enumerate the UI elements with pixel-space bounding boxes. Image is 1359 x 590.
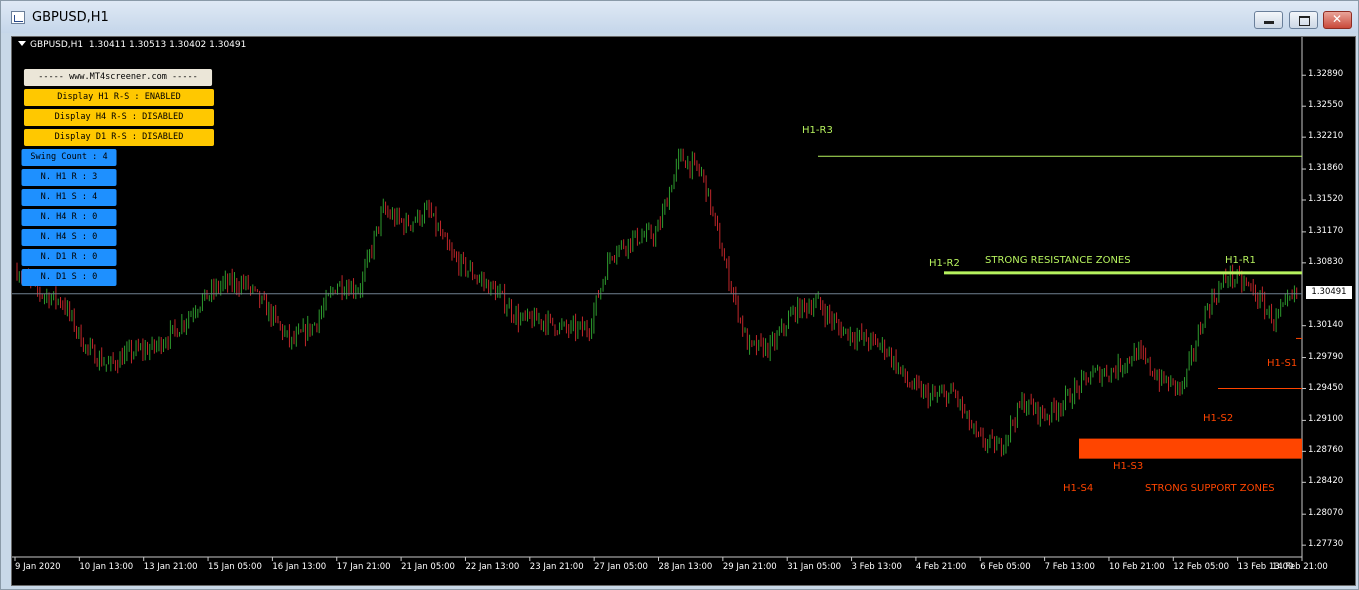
level-label-h1-r1: H1-R1 (1225, 255, 1256, 266)
stat-h4-r: N. H4 R : 0 (21, 209, 117, 226)
stat-d1-r: N. D1 R : 0 (21, 249, 117, 266)
time-tick-label: 6 Feb 05:00 (980, 562, 1031, 572)
stat-h1-r: N. H1 R : 3 (21, 169, 117, 186)
time-tick-label: 23 Jan 21:00 (529, 562, 584, 572)
price-tick-label: 1.29790 (1308, 351, 1344, 362)
time-tick-label: 29 Jan 21:00 (722, 562, 777, 572)
swing-count-button[interactable]: Swing Count : 4 (21, 149, 117, 166)
time-tick-label: 16 Jan 13:00 (272, 562, 327, 572)
screener-site-button[interactable]: ----- www.MT4screener.com ----- (23, 69, 213, 86)
price-tick-label: 1.30830 (1308, 256, 1344, 267)
time-tick-label: 13 Jan 21:00 (143, 562, 198, 572)
level-label-h1-r3: H1-R3 (802, 125, 833, 136)
toggle-d1-rs-button[interactable]: Display D1 R-S : DISABLED (24, 129, 214, 146)
toggle-h4-rs-button[interactable]: Display H4 R-S : DISABLED (24, 109, 214, 126)
time-tick-label: 15 Jan 05:00 (208, 562, 262, 572)
level-label-h1-r2: H1-R2 (929, 258, 960, 269)
chart-window: GBPUSD,H1 GBPUSD,H1 1.30411 1.30513 1.30… (0, 0, 1359, 590)
current-price-label: 1.30491 (1306, 286, 1352, 299)
stat-h4-s: N. H4 S : 0 (21, 229, 117, 246)
stat-d1-s: N. D1 S : 0 (21, 269, 117, 286)
chart-window-icon (11, 11, 25, 24)
toggle-h1-rs-button[interactable]: Display H1 R-S : ENABLED (24, 89, 214, 106)
resistance-zones-label: STRONG RESISTANCE ZONES (985, 255, 1131, 266)
title-bar[interactable]: GBPUSD,H1 (1, 1, 1358, 33)
time-tick-label: 9 Jan 2020 (15, 562, 61, 572)
resistance-zone-band (944, 271, 1302, 275)
support-zone-band (1079, 438, 1302, 459)
price-tick-label: 1.31860 (1308, 163, 1344, 174)
time-tick-label: 17 Jan 21:00 (336, 562, 391, 572)
level-label-h1-s4: H1-S4 (1063, 483, 1094, 494)
support-zones-label: STRONG SUPPORT ZONES (1145, 483, 1275, 494)
time-tick-label: 3 Feb 13:00 (851, 562, 902, 572)
chart-symbol-timeframe: GBPUSD,H1 (30, 40, 84, 50)
chart-area[interactable]: GBPUSD,H1 1.30411 1.30513 1.30402 1.3049… (11, 36, 1356, 586)
close-button[interactable] (1323, 11, 1352, 29)
window-title: GBPUSD,H1 (32, 10, 109, 25)
price-tick-label: 1.28070 (1308, 508, 1344, 519)
price-tick-label: 1.29450 (1308, 382, 1344, 393)
time-tick-label: 4 Feb 21:00 (915, 562, 967, 572)
time-tick-label: 22 Jan 13:00 (465, 562, 520, 572)
price-tick-label: 1.32890 (1308, 69, 1344, 80)
level-label-h1-s3: H1-S3 (1113, 461, 1144, 472)
price-tick-label: 1.28760 (1308, 445, 1344, 456)
price-tick-label: 1.32210 (1308, 131, 1344, 142)
price-tick-label: 1.27730 (1308, 539, 1344, 550)
maximize-button[interactable] (1289, 11, 1318, 29)
chart-header: GBPUSD,H1 1.30411 1.30513 1.30402 1.3049… (18, 40, 246, 50)
price-tick-label: 1.31170 (1308, 225, 1344, 236)
time-tick-label: 14 Feb 21:00 (1272, 562, 1328, 572)
stat-h1-s: N. H1 S : 4 (21, 189, 117, 206)
level-label-h1-s1: H1-S1 (1267, 358, 1298, 369)
price-tick-label: 1.29100 (1308, 414, 1344, 425)
time-tick-label: 27 Jan 05:00 (594, 562, 648, 572)
price-tick-label: 1.32550 (1308, 100, 1344, 111)
price-tick-label: 1.28420 (1308, 476, 1344, 487)
time-tick-label: 21 Jan 05:00 (401, 562, 455, 572)
chart-menu-triangle-icon[interactable] (18, 41, 26, 46)
time-tick-label: 28 Jan 13:00 (658, 562, 713, 572)
chart-ohlc-values: 1.30411 1.30513 1.30402 1.30491 (88, 40, 247, 50)
time-tick-label: 12 Feb 05:00 (1173, 562, 1230, 572)
minimize-button[interactable] (1254, 11, 1283, 29)
time-tick-label: 10 Jan 13:00 (79, 562, 134, 572)
time-tick-label: 10 Feb 21:00 (1108, 562, 1165, 572)
price-tick-label: 1.30140 (1308, 319, 1344, 330)
time-tick-label: 31 Jan 05:00 (787, 562, 842, 572)
price-tick-label: 1.31520 (1308, 194, 1344, 204)
level-label-h1-s2: H1-S2 (1203, 413, 1234, 424)
time-tick-label: 7 Feb 13:00 (1044, 562, 1095, 572)
